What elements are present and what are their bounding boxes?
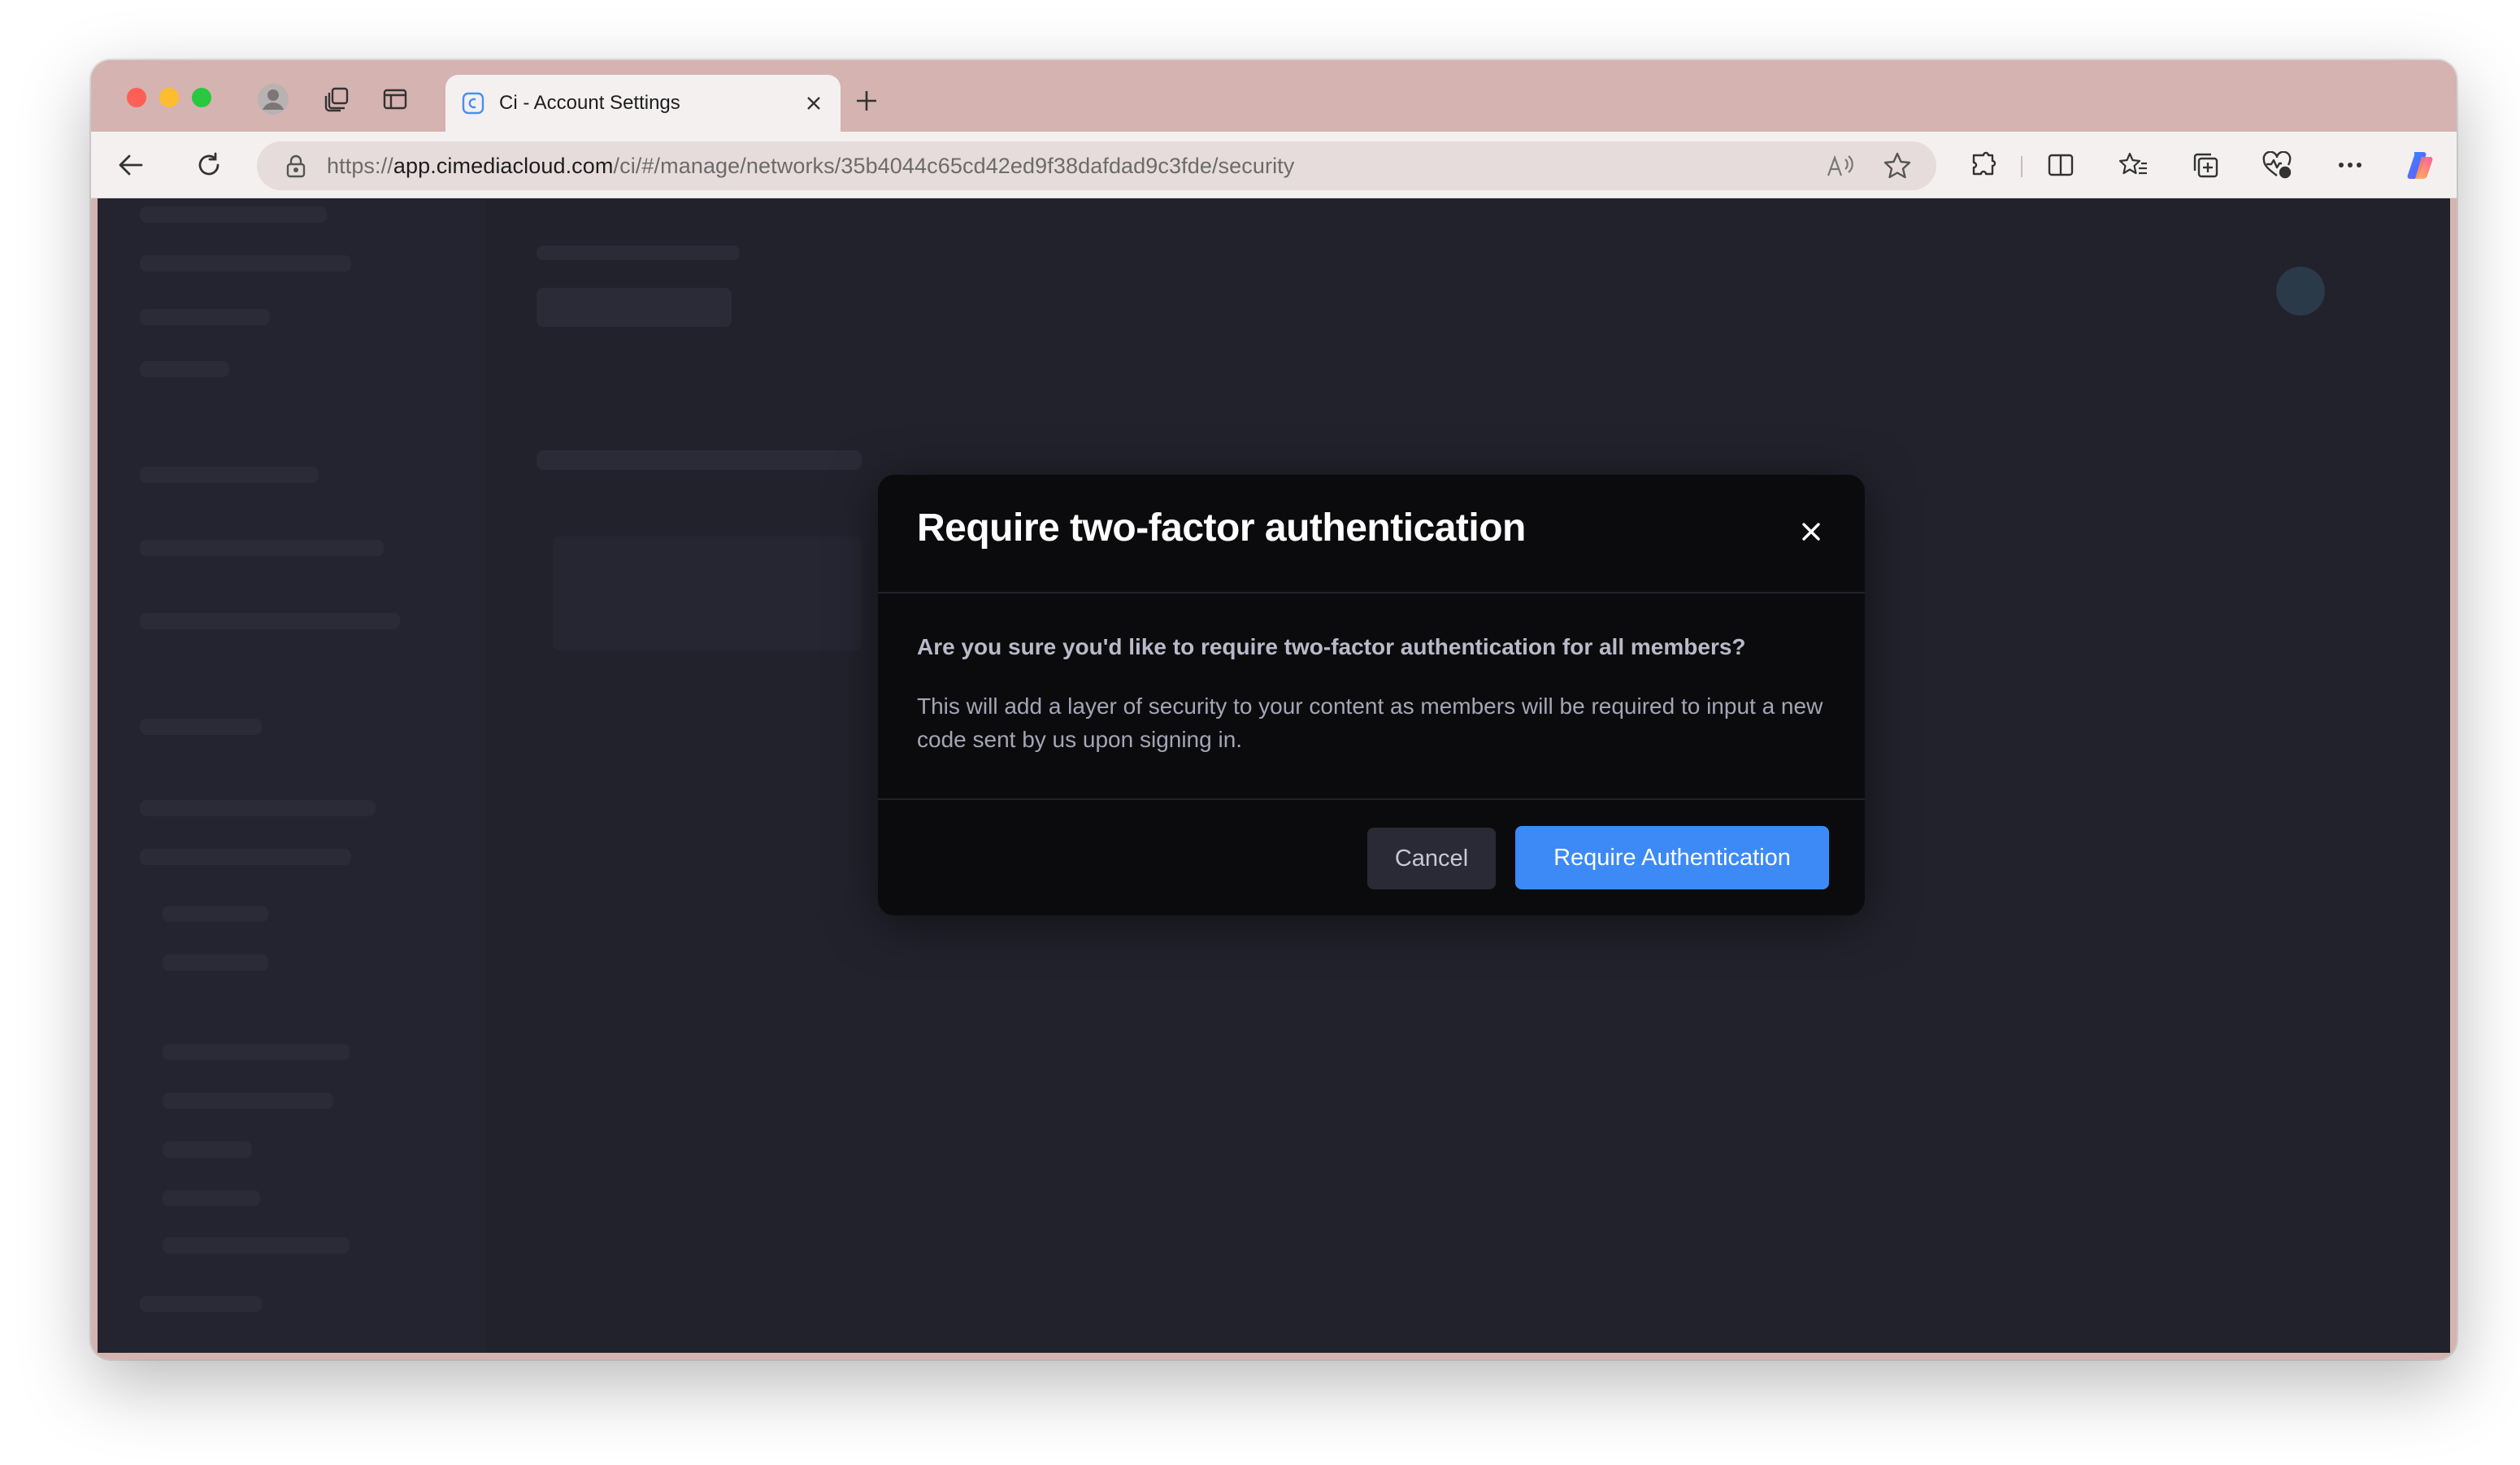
extensions-icon[interactable] (1964, 146, 2001, 184)
blurred-placeholder (537, 288, 732, 327)
blurred-placeholder (2276, 267, 2325, 315)
tab-close-icon[interactable] (802, 91, 826, 115)
back-arrow-icon[interactable] (112, 146, 150, 184)
profile-icon[interactable] (255, 81, 291, 117)
url-host: app.cimediacloud.com (393, 153, 614, 178)
blurred-placeholder (163, 1141, 252, 1158)
blurred-placeholder (163, 906, 268, 922)
url-scheme: https:// (327, 153, 393, 178)
heart-pulse-icon[interactable] (2258, 146, 2296, 184)
blurred-placeholder (140, 467, 319, 483)
url-text[interactable]: https://app.cimediacloud.com/ci/#/manage… (327, 154, 1823, 179)
page-content: Require two-factor authentication Are yo… (98, 198, 2450, 1353)
toolbar-separator (2021, 156, 2023, 177)
split-screen-icon[interactable] (2042, 146, 2079, 184)
vertical-tabs-icon[interactable] (377, 81, 413, 117)
blurred-placeholder (163, 1190, 260, 1206)
close-window-button[interactable] (127, 88, 146, 107)
cimediacloud-favicon-icon (460, 90, 486, 116)
modal-header: Require two-factor authentication (878, 475, 1865, 593)
modal-question: Are you sure you'd like to require two-f… (917, 634, 1746, 659)
minimize-window-button[interactable] (159, 88, 179, 107)
more-icon[interactable] (2331, 146, 2369, 184)
blurred-placeholder (163, 954, 268, 971)
blurred-placeholder (140, 849, 351, 865)
lock-icon[interactable] (283, 153, 309, 179)
blurred-placeholder (140, 206, 327, 223)
browser-toolbar: https://app.cimediacloud.com/ci/#/manage… (91, 132, 2457, 198)
read-aloud-icon[interactable] (1823, 148, 1858, 184)
tab-title: Ci - Account Settings (499, 92, 680, 114)
two-factor-modal: Require two-factor authentication Are yo… (878, 475, 1865, 915)
blurred-placeholder (140, 613, 400, 629)
blurred-placeholder (163, 1093, 333, 1109)
close-icon[interactable] (1798, 519, 1824, 545)
blurred-placeholder (140, 1296, 262, 1312)
blurred-placeholder (140, 540, 384, 556)
blurred-placeholder (140, 255, 351, 272)
copilot-icon[interactable] (2401, 146, 2439, 184)
url-path: /ci/#/manage/networks/35b4044c65cd42ed9f… (613, 153, 1295, 178)
blurred-placeholder (140, 361, 229, 377)
blurred-placeholder (140, 719, 262, 735)
blurred-placeholder (553, 537, 862, 650)
browser-window: Ci - Account Settings https://app.cimedi… (91, 60, 2457, 1359)
blurred-placeholder (140, 309, 270, 325)
blurred-placeholder (140, 800, 376, 816)
favorites-icon[interactable] (2115, 146, 2153, 184)
blurred-placeholder (163, 1237, 350, 1254)
require-authentication-button[interactable]: Require Authentication (1515, 826, 1829, 889)
blurred-placeholder (537, 246, 740, 260)
modal-footer: Cancel Require Authentication (878, 798, 1865, 915)
workspaces-icon[interactable] (319, 81, 354, 117)
tab-account-settings[interactable]: Ci - Account Settings (445, 75, 841, 132)
cancel-button[interactable]: Cancel (1367, 828, 1496, 889)
zoom-window-button[interactable] (192, 88, 211, 107)
collections-icon[interactable] (2187, 146, 2224, 184)
address-bar[interactable]: https://app.cimediacloud.com/ci/#/manage… (257, 141, 1936, 190)
modal-description: This will add a layer of security to you… (917, 693, 1823, 752)
blurred-placeholder (163, 1044, 350, 1060)
new-tab-icon[interactable] (850, 85, 883, 117)
modal-title: Require two-factor authentication (917, 506, 1526, 550)
tab-strip: Ci - Account Settings (91, 60, 2457, 132)
blurred-placeholder (537, 450, 862, 470)
star-icon[interactable] (1879, 148, 1915, 184)
refresh-icon[interactable] (190, 146, 228, 184)
